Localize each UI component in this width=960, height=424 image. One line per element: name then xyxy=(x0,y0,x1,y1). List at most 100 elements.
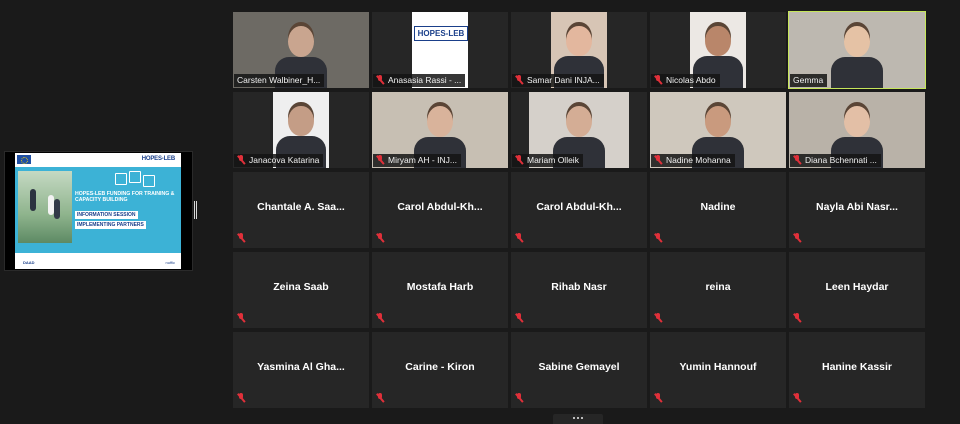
participant-video-tile[interactable]: Nadine Mohanna xyxy=(650,92,786,168)
participant-video-tile[interactable]: Carsten Walbiner_H... xyxy=(233,12,369,88)
participant-audio-tile[interactable]: Hanine Kassir xyxy=(789,332,925,408)
participant-name-bar: Mariam Olleik xyxy=(512,154,583,167)
participant-name: Carol Abdul-Kh... xyxy=(397,201,483,213)
participant-video-tile[interactable]: Nicolas Abdo xyxy=(650,12,786,88)
slide-brand: HOPES-LEB xyxy=(141,156,175,162)
participant-name: reina xyxy=(705,281,731,293)
muted-mic-icon xyxy=(515,313,524,324)
participant-name: Yumin Hannouf xyxy=(679,361,757,373)
participant-audio-tile[interactable]: Carine - Kiron xyxy=(372,332,508,408)
participant-name: Diana Bchennati ... xyxy=(805,155,877,165)
participant-audio-tile[interactable]: Carol Abdul-Kh... xyxy=(511,172,647,248)
muted-mic-icon xyxy=(237,155,246,166)
participant-name: Carine - Kiron xyxy=(405,361,475,373)
muted-mic-icon xyxy=(515,233,524,244)
participant-name-bar: Nadine Mohanna xyxy=(651,154,735,167)
participant-audio-tile[interactable]: Mostafa Harb xyxy=(372,252,508,328)
eu-flag-icon xyxy=(17,155,31,164)
slide-footer-right: nuffic xyxy=(165,260,176,265)
participant-audio-tile[interactable]: Yumin Hannouf xyxy=(650,332,786,408)
muted-mic-icon xyxy=(793,155,802,166)
participant-name: Yasmina Al Gha... xyxy=(257,361,345,373)
participant-video-tile[interactable]: Miryam AH - INJ... xyxy=(372,92,508,168)
muted-mic-icon xyxy=(376,155,385,166)
participant-name: Carsten Walbiner_H... xyxy=(237,75,321,85)
participant-name-bar: Carsten Walbiner_H... xyxy=(234,74,325,87)
slide-title: HOPES-LEB FUNDING FOR TRAINING & CAPACIT… xyxy=(75,191,175,203)
participant-audio-tile[interactable]: Rihab Nasr xyxy=(511,252,647,328)
muted-mic-icon xyxy=(654,75,663,86)
participant-audio-tile[interactable]: Carol Abdul-Kh... xyxy=(372,172,508,248)
participant-name: Janacova Katarina xyxy=(249,155,320,165)
participant-audio-tile[interactable]: Sabine Gemayel xyxy=(511,332,647,408)
slide-footer: DAAD xyxy=(23,260,35,265)
muted-mic-icon xyxy=(654,313,663,324)
participant-video-tile[interactable]: Janacova Katarina xyxy=(233,92,369,168)
slide-chip-1: INFORMATION SESSION xyxy=(75,211,138,219)
participant-name: Mariam Olleik xyxy=(527,155,579,165)
participant-name-bar: Janacova Katarina xyxy=(234,154,324,167)
participant-face xyxy=(844,106,870,138)
participant-audio-tile[interactable]: Chantale A. Saa... xyxy=(233,172,369,248)
shared-slide: HOPES-LEB HOPES-LEB FUNDING FOR TRAINING… xyxy=(15,153,181,269)
participant-name-bar: Nicolas Abdo xyxy=(651,74,720,87)
gallery-page-handle[interactable] xyxy=(553,414,603,424)
slide-decoration xyxy=(115,171,159,189)
participant-name: Carol Abdul-Kh... xyxy=(536,201,622,213)
participant-name: Leen Haydar xyxy=(825,281,889,293)
participant-name-bar: Anasasia Rassi - ... xyxy=(373,74,466,87)
participant-video-tile[interactable]: Gemma xyxy=(788,11,926,89)
participant-name: Mostafa Harb xyxy=(406,281,474,293)
muted-mic-icon xyxy=(237,393,246,404)
participant-face xyxy=(427,106,453,138)
muted-mic-icon xyxy=(654,155,663,166)
participant-face xyxy=(705,26,731,57)
participant-name: Gemma xyxy=(793,75,824,85)
muted-mic-icon xyxy=(793,313,802,324)
shared-screen[interactable]: HOPES-LEB HOPES-LEB FUNDING FOR TRAINING… xyxy=(4,151,193,271)
muted-mic-icon xyxy=(515,155,524,166)
participant-audio-tile[interactable]: Nadine xyxy=(650,172,786,248)
participant-face xyxy=(844,26,870,58)
participant-video-tile[interactable]: HOPES-LEB Anasasia Rassi - ... xyxy=(372,12,508,88)
participant-audio-tile[interactable]: reina xyxy=(650,252,786,328)
participant-name: Anasasia Rassi - ... xyxy=(388,75,462,85)
participant-name-bar: Samar Dani INJA... xyxy=(512,74,604,87)
participant-name: Nadine xyxy=(700,201,736,213)
participant-face xyxy=(566,106,592,138)
muted-mic-icon xyxy=(515,75,524,86)
participant-name: Zeina Saab xyxy=(273,281,329,293)
muted-mic-icon xyxy=(237,313,246,324)
participant-video-tile[interactable]: Mariam Olleik xyxy=(511,92,647,168)
participant-face xyxy=(566,26,592,57)
participant-name: Nicolas Abdo xyxy=(666,75,716,85)
resize-handle[interactable] xyxy=(194,201,197,219)
participant-face xyxy=(288,26,314,58)
participant-name-bar: Gemma xyxy=(790,74,828,87)
participant-audio-tile[interactable]: Nayla Abi Nasr... xyxy=(789,172,925,248)
muted-mic-icon xyxy=(237,233,246,244)
participant-name: Rihab Nasr xyxy=(551,281,607,293)
muted-mic-icon xyxy=(376,233,385,244)
muted-mic-icon xyxy=(376,313,385,324)
participant-name: Nadine Mohanna xyxy=(666,155,731,165)
participant-name: Samar Dani INJA... xyxy=(527,75,600,85)
participant-audio-tile[interactable]: Leen Haydar xyxy=(789,252,925,328)
muted-mic-icon xyxy=(793,393,802,404)
participant-video-tile[interactable]: Diana Bchennati ... xyxy=(789,92,925,168)
participant-name-bar: Diana Bchennati ... xyxy=(790,154,881,167)
participant-video-tile[interactable]: Samar Dani INJA... xyxy=(511,12,647,88)
slide-chip-2: IMPLEMENTING PARTNERS xyxy=(75,221,146,229)
participant-audio-tile[interactable]: Yasmina Al Gha... xyxy=(233,332,369,408)
muted-mic-icon xyxy=(376,393,385,404)
participant-name: Nayla Abi Nasr... xyxy=(816,201,898,213)
participant-name: Hanine Kassir xyxy=(821,361,893,373)
participant-body xyxy=(831,57,883,88)
participant-audio-tile[interactable]: Zeina Saab xyxy=(233,252,369,328)
participant-name-bar: Miryam AH - INJ... xyxy=(373,154,461,167)
muted-mic-icon xyxy=(376,75,385,86)
muted-mic-icon xyxy=(654,233,663,244)
participant-face xyxy=(705,106,731,138)
participant-face xyxy=(288,106,314,137)
participant-name: Chantale A. Saa... xyxy=(257,201,345,213)
